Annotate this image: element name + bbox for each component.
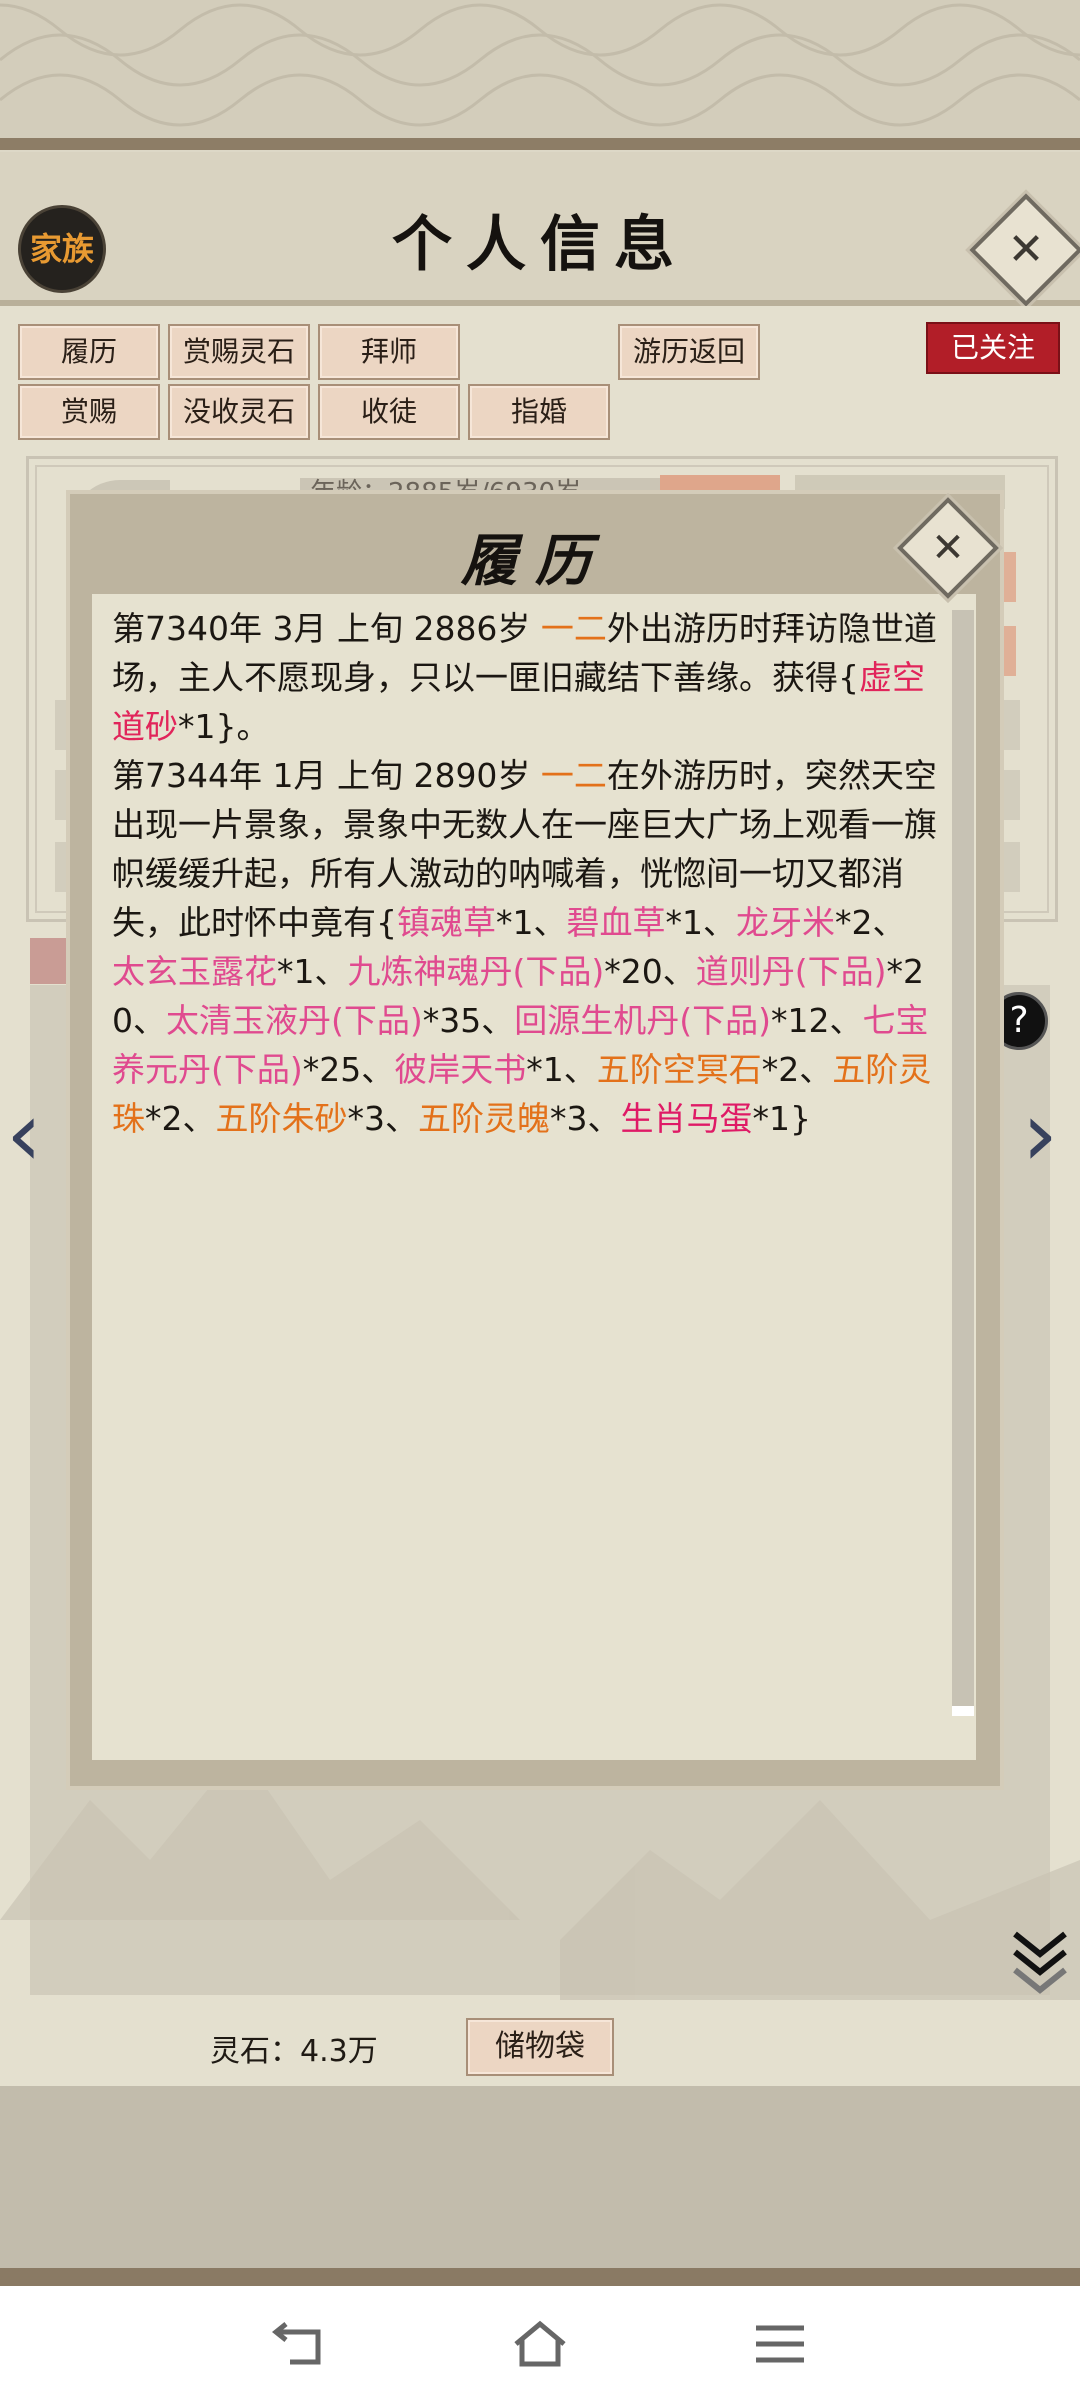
page-title: 个人信息	[392, 210, 688, 280]
history-text-segment: *1、	[277, 952, 348, 991]
history-text-segment: *1}	[752, 1099, 812, 1138]
history-text-segment: *20、	[604, 952, 696, 991]
back-icon[interactable]	[270, 2318, 330, 2370]
side-chip[interactable]	[1000, 842, 1020, 892]
history-entry: 第7344年 1月 上旬 2890岁 一二在外游历时，突然天空出现一片景象，景象…	[112, 751, 938, 1143]
reward-button[interactable]: 赏赐	[18, 384, 160, 440]
item-name: 一二	[540, 756, 607, 795]
history-text-segment: *2、	[145, 1099, 216, 1138]
history-entry: 第7340年 3月 上旬 2886岁 一二外出游历时拜访隐世道场，主人不愿现身，…	[112, 604, 938, 751]
item-name: 碧血草	[566, 903, 666, 942]
history-modal: 履历 第7340年 3月 上旬 2886岁 一二外出游历时拜访隐世道场，主人不愿…	[70, 494, 1000, 1786]
scrollbar[interactable]	[952, 610, 974, 1710]
item-name: 五阶空冥石	[596, 1050, 762, 1089]
modal-title: 履历	[461, 528, 609, 594]
followed-badge[interactable]: 已关注	[926, 322, 1060, 374]
wave-pattern	[0, 3, 1080, 127]
history-text-segment: *12、	[771, 1001, 863, 1040]
item-name: 太玄玉露花	[112, 952, 277, 991]
history-text: 第7340年 3月 上旬 2886岁 一二外出游历时拜访隐世道场，主人不愿现身，…	[112, 604, 938, 1143]
travel-return-button[interactable]: 游历返回	[618, 324, 760, 380]
tab-strip[interactable]	[30, 938, 70, 984]
item-name: 五阶灵魄	[418, 1099, 550, 1138]
history-text-segment: *3、	[550, 1099, 621, 1138]
confiscate-stones-button[interactable]: 没收灵石	[168, 384, 310, 440]
become-disciple-button[interactable]: 拜师	[318, 324, 460, 380]
history-text-segment: *1、	[526, 1050, 597, 1089]
menu-icon[interactable]	[750, 2318, 810, 2370]
chevron-left-icon[interactable]: ‹	[6, 1082, 42, 1187]
item-name: 龙牙米	[736, 903, 835, 942]
bottom-edge	[0, 2268, 1080, 2286]
history-text-segment: *3、	[347, 1099, 419, 1138]
history-text-segment: *2、	[761, 1050, 833, 1089]
history-text-segment: *1、	[665, 903, 737, 942]
scrollbar-thumb[interactable]	[952, 1706, 974, 1716]
item-name: 五阶朱砂	[215, 1099, 348, 1138]
side-chip[interactable]	[1000, 700, 1020, 750]
family-button[interactable]: 家族	[18, 205, 106, 293]
storage-bag-button[interactable]: 储物袋	[466, 2018, 614, 2076]
history-text-segment: *1}。	[178, 707, 270, 746]
history-text-segment: 第7340年 3月 上旬 2886岁	[112, 609, 541, 648]
item-name: 九炼神魂丹(下品)	[347, 952, 605, 991]
arrange-marriage-button[interactable]: 指婚	[468, 384, 610, 440]
double-chevron-down-icon[interactable]	[1010, 1928, 1070, 2008]
top-edge	[0, 138, 1080, 150]
bottom-band	[0, 2086, 1080, 2276]
top-decoration	[0, 0, 1080, 150]
history-text-segment: 第7344年 1月 上旬 2890岁	[112, 756, 541, 795]
chevron-right-icon[interactable]: ›	[1022, 1082, 1058, 1187]
item-name: 太清玉液丹(下品)	[166, 1001, 423, 1040]
history-text-segment: *2、	[835, 903, 906, 942]
item-name: 一二	[540, 609, 607, 648]
accept-disciple-button[interactable]: 收徒	[318, 384, 460, 440]
item-name: 彼岸天书	[394, 1050, 527, 1089]
item-name: 生肖马蛋	[620, 1099, 753, 1138]
home-icon[interactable]	[510, 2318, 570, 2370]
spirit-stones-label: 灵石：4.3万	[210, 2034, 378, 2069]
side-chip[interactable]	[1000, 770, 1020, 820]
item-name: 回源生机丹(下品)	[514, 1001, 771, 1040]
close-icon: ✕	[1007, 224, 1045, 275]
history-button[interactable]: 履历	[18, 324, 160, 380]
history-content[interactable]: 第7340年 3月 上旬 2886岁 一二外出游历时拜访隐世道场，主人不愿现身，…	[92, 594, 976, 1760]
close-icon: ✕	[931, 525, 965, 571]
history-text-segment: *25、	[302, 1050, 395, 1089]
history-text-segment: *35、	[422, 1001, 515, 1040]
item-name: 镇魂草	[397, 903, 496, 942]
reward-stones-button[interactable]: 赏赐灵石	[168, 324, 310, 380]
item-name: 道则丹(下品)	[695, 952, 887, 991]
history-text-segment: *1、	[496, 903, 567, 942]
